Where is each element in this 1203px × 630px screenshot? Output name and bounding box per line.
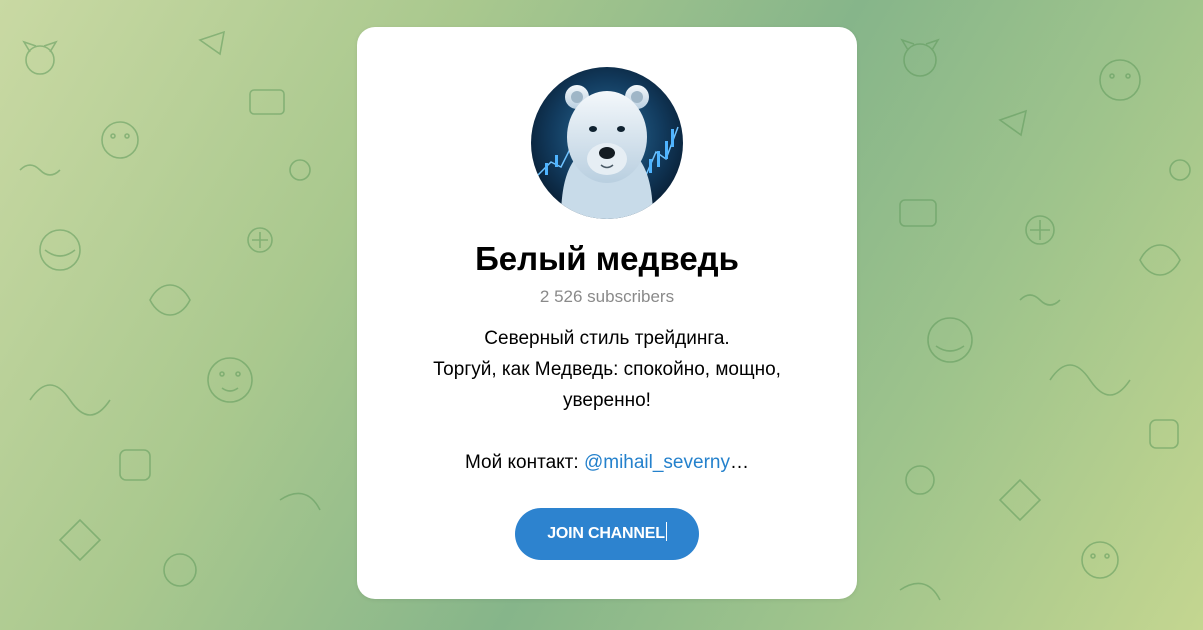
contact-line: Мой контакт: @mihail_severny… [397, 447, 817, 478]
polar-bear-avatar-icon [531, 67, 683, 219]
description-line-1: Северный стиль трейдинга. [484, 328, 730, 349]
description-line-2: Торгуй, как Медведь: спокойно, мощно, [433, 359, 781, 380]
contact-label: Мой контакт: [465, 452, 584, 473]
channel-description: Северный стиль трейдинга. Торгуй, как Ме… [397, 323, 817, 478]
channel-title: Белый медведь [475, 240, 739, 277]
join-channel-label: JOIN CHANNEL [547, 525, 665, 542]
text-cursor [665, 522, 667, 541]
description-line-3: уверенно! [563, 390, 651, 411]
join-channel-button[interactable]: JOIN CHANNEL [515, 508, 699, 560]
channel-card: Белый медведь 2 526 subscribers Северный… [357, 27, 857, 599]
contact-ellipsis: … [729, 452, 749, 473]
contact-username-link[interactable]: @mihail_severny [584, 452, 730, 473]
subscriber-count: 2 526 subscribers [539, 287, 675, 306]
description-spacer [397, 416, 817, 447]
